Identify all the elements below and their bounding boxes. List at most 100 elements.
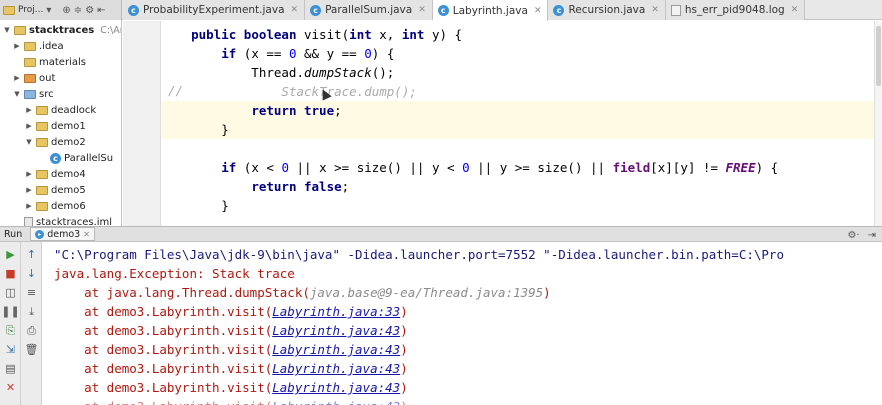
close-icon[interactable]: ✕: [291, 5, 299, 15]
arrow-down-icon[interactable]: ↓: [24, 266, 39, 281]
pause-icon[interactable]: ❚❚: [1, 304, 19, 319]
code-line[interactable]: }: [161, 196, 874, 215]
editor-tab[interactable]: c Labyrinth.java ✕: [432, 0, 549, 21]
stack-frame-link[interactable]: Labyrinth.java:33: [272, 304, 400, 319]
stack-frame-end: ): [400, 399, 408, 405]
chevron-down-icon[interactable]: ▾: [46, 5, 51, 16]
stack-frame-end: ): [400, 361, 408, 376]
tree-node[interactable]: ▼ stacktraces C:\Andrei\: [3, 22, 121, 38]
project-folder-icon: [3, 5, 15, 15]
code-line[interactable]: public boolean visit(int x, int y) {: [161, 25, 874, 44]
code-line[interactable]: return true;: [161, 101, 874, 120]
collapse-arrow-icon[interactable]: ▶: [25, 170, 33, 178]
code-token: ;: [341, 179, 350, 194]
code-line[interactable]: if (x == 0 && y == 0) {: [161, 44, 874, 63]
stack-frame-link[interactable]: Labyrinth.java:43: [272, 399, 400, 405]
java-class-icon: c: [437, 5, 449, 16]
close-icon[interactable]: ✕: [83, 230, 90, 239]
tree-node[interactable]: ▶ demo5: [25, 182, 85, 198]
tree-node[interactable]: ▶ demo6: [25, 198, 86, 214]
stack-frame-text: at demo3.Labyrinth.visit(: [54, 323, 273, 338]
folder-icon: [36, 121, 48, 131]
tree-node[interactable]: ▶ demo1: [25, 118, 86, 134]
code-token: ) {: [371, 46, 395, 61]
editor-tab[interactable]: hs_err_pid9048.log ✕: [665, 0, 806, 20]
stack-frame-link[interactable]: Labyrinth.java:43: [272, 342, 400, 357]
gear-icon[interactable]: ⚙: [85, 5, 94, 16]
restore-layout-icon[interactable]: ◫: [3, 285, 18, 300]
tree-node-label: demo6: [51, 200, 86, 212]
project-panel-header[interactable]: Proj... ▾ ⊕ ≑ ⚙ ⇤: [0, 0, 122, 20]
editor-scrollbar[interactable]: [874, 21, 882, 226]
stack-frame-link[interactable]: Labyrinth.java:43: [272, 323, 400, 338]
code-line[interactable]: if (x < 0 || x >= size() || y < 0 || y >…: [161, 158, 874, 177]
run-config-tab[interactable]: ▸ demo3 ✕: [30, 227, 95, 241]
expand-arrow-icon[interactable]: ▼: [25, 138, 33, 146]
editor-tab[interactable]: c ProbabilityExperiment.java ✕: [123, 0, 306, 20]
editor-tab-strip: Proj... ▾ ⊕ ≑ ⚙ ⇤ c ProbabilityExperiment…: [0, 0, 882, 21]
stack-frame-line: at demo3.Labyrinth.visit(Labyrinth.java:…: [54, 340, 882, 359]
collapse-arrow-icon[interactable]: ▶: [25, 122, 33, 130]
close-icon[interactable]: ✕: [534, 6, 542, 16]
expand-arrow-icon[interactable]: ▼: [3, 26, 11, 34]
tree-node-label: deadlock: [51, 104, 97, 116]
arrow-up-icon[interactable]: ↑: [24, 247, 39, 262]
editor-gutter[interactable]: [123, 21, 161, 226]
tree-node[interactable]: ▶ demo4: [25, 166, 85, 182]
tree-node-label: demo1: [51, 120, 86, 132]
collapse-icon[interactable]: ≑: [74, 5, 82, 16]
exit-icon[interactable]: ⇲: [3, 342, 18, 357]
expand-arrow-icon[interactable]: ▼: [13, 90, 21, 98]
code-line[interactable]: Thread.dumpStack();: [161, 63, 874, 82]
code-token: ();: [371, 65, 395, 80]
editor-tab[interactable]: c ParallelSum.java ✕: [305, 0, 433, 20]
stack-frame-text: at demo3.Labyrinth.visit(: [54, 380, 273, 395]
close-icon[interactable]: ✕: [3, 380, 18, 395]
tree-node[interactable]: ▶ .idea: [13, 38, 63, 54]
close-icon[interactable]: ✕: [418, 5, 426, 15]
stack-frame-link[interactable]: Labyrinth.java:43: [272, 380, 400, 395]
stack-frame-link[interactable]: Labyrinth.java:43: [272, 361, 400, 376]
hide-panel-icon[interactable]: ⇥: [868, 230, 876, 241]
collapse-arrow-icon[interactable]: ▶: [25, 106, 33, 114]
code-line[interactable]: return false;: [161, 177, 874, 196]
collapse-arrow-icon[interactable]: ▶: [13, 74, 21, 82]
soft-wrap-icon[interactable]: ≡: [24, 285, 39, 300]
rerun-icon[interactable]: ▶: [3, 247, 18, 262]
tree-node[interactable]: stacktraces.iml: [13, 214, 112, 226]
tree-node-path: C:\Andrei\: [100, 24, 121, 36]
tree-node[interactable]: ▶ out: [13, 70, 55, 86]
tree-node[interactable]: ▶ deadlock: [25, 102, 96, 118]
close-icon[interactable]: ✕: [651, 5, 659, 15]
tree-node[interactable]: materials: [13, 54, 86, 70]
code-line[interactable]: [161, 139, 874, 158]
code-token: visit(: [296, 27, 350, 42]
tree-node[interactable]: ▼ demo2: [25, 134, 85, 150]
tree-node[interactable]: c ParallelSu: [50, 150, 113, 166]
layout-icon[interactable]: ▤: [3, 361, 18, 376]
code-token: return: [251, 103, 297, 118]
dump-threads-icon[interactable]: ⎘: [3, 323, 18, 338]
code-line[interactable]: StackTrace.dump();: [161, 82, 874, 101]
gear-icon[interactable]: ⚙·: [847, 230, 859, 241]
print-icon[interactable]: ⎙: [24, 323, 39, 338]
collapse-arrow-icon[interactable]: ▶: [13, 42, 21, 50]
project-tree[interactable]: ▼ stacktraces C:\Andrei\ ▶ .idea materials ▶ ou…: [0, 20, 122, 226]
scroll-to-end-icon[interactable]: ⤓: [24, 304, 39, 319]
console-output[interactable]: "C:\Program Files\Java\jdk-9\bin\java" -…: [42, 242, 882, 405]
collapse-arrow-icon[interactable]: ▶: [25, 186, 33, 194]
code-token: FREE: [725, 160, 756, 175]
code-token: 0: [288, 46, 297, 61]
code-editor[interactable]: public boolean visit(int x, int y) { if …: [161, 21, 874, 226]
tree-node[interactable]: ▼ src: [13, 86, 53, 102]
editor-tab[interactable]: c Recursion.java ✕: [548, 0, 666, 20]
stop-icon[interactable]: ■: [3, 266, 18, 281]
collapse-arrow-icon[interactable]: ▶: [25, 202, 33, 210]
scrollbar-thumb[interactable]: [876, 26, 881, 86]
code-token: 0: [281, 160, 289, 175]
sync-icon[interactable]: ⊕: [62, 5, 70, 16]
hide-panel-icon[interactable]: ⇤: [97, 5, 105, 16]
trash-icon[interactable]: 🗑: [24, 342, 39, 357]
code-line[interactable]: }: [161, 120, 874, 139]
close-icon[interactable]: ✕: [791, 5, 799, 15]
